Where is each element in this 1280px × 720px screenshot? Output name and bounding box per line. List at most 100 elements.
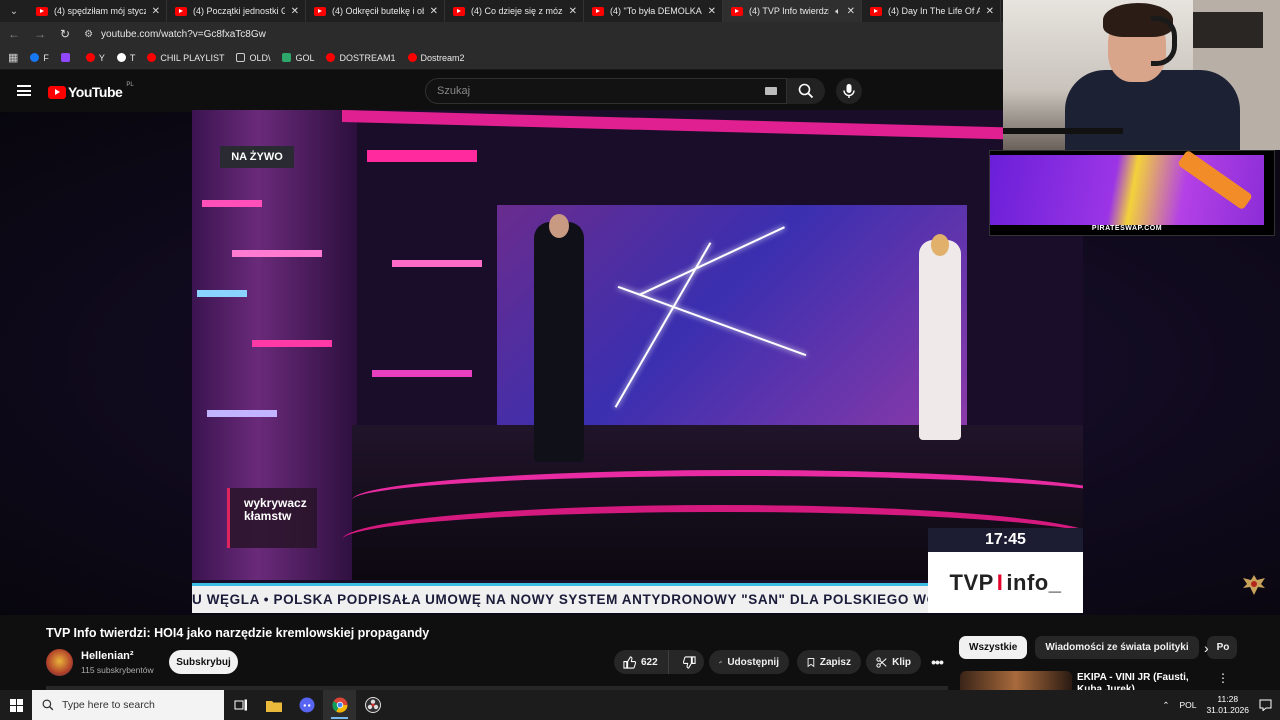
- clock-date: 31.01.2026: [1206, 705, 1249, 715]
- share-button[interactable]: Udostępnij: [709, 650, 789, 674]
- recommended-title[interactable]: EKIPA - VINI JR (Fausti, Kuba Jurek): [1077, 672, 1202, 690]
- like-button[interactable]: 622: [614, 650, 669, 674]
- thumbs-up-icon: [623, 655, 636, 669]
- close-tab-icon[interactable]: ✕: [291, 6, 299, 17]
- bookmark-item[interactable]: DOSTREAM1: [326, 53, 396, 63]
- speaker-icon[interactable]: 🔈︎: [835, 6, 840, 17]
- sponsor-banner: PIRATESWAP.COM: [989, 149, 1275, 236]
- browser-tab[interactable]: (4) Odkręcił butelkę i obla ✕: [306, 0, 445, 22]
- browser-tab-strip: ⌄ (4) spędziłam mój styczeń✕(4) Początki…: [0, 0, 1003, 22]
- mic-arm: [1003, 128, 1123, 134]
- bookmark-item[interactable]: T: [116, 53, 135, 63]
- close-tab-icon[interactable]: ✕: [430, 6, 438, 17]
- search-input[interactable]: [426, 79, 746, 103]
- tray-chevron-icon[interactable]: ⌃: [1162, 700, 1169, 711]
- taskbar-search-placeholder: Type here to search: [62, 699, 155, 711]
- bookmark-icon: [807, 657, 815, 667]
- recommended-thumbnail[interactable]: [960, 671, 1072, 690]
- bookmark-item[interactable]: F: [30, 53, 49, 63]
- bookmark-label: GOL: [295, 52, 315, 63]
- taskbar-search[interactable]: Type here to search: [32, 690, 224, 720]
- search-box: [425, 78, 787, 104]
- menu-icon[interactable]: [17, 85, 31, 96]
- bookmark-item[interactable]: CHIL PLAYLIST: [147, 53, 224, 63]
- browser-tab[interactable]: (4) TVP Info twierdzi 🔈︎ ✕: [723, 0, 862, 22]
- voice-search-button[interactable]: [836, 78, 862, 104]
- chrome-icon[interactable]: [323, 690, 356, 720]
- forward-icon[interactable]: →: [34, 27, 46, 41]
- chevron-right-icon[interactable]: ›: [1204, 640, 1209, 656]
- reload-icon[interactable]: ↻: [60, 27, 70, 41]
- subscribe-button[interactable]: Subskrybuj: [169, 650, 238, 674]
- like-count: 622: [641, 656, 658, 668]
- discord-icon[interactable]: [290, 690, 323, 720]
- close-tab-icon[interactable]: ✕: [152, 6, 160, 17]
- site-info-icon[interactable]: ⚙: [84, 29, 93, 40]
- clip-button[interactable]: Klip: [866, 650, 921, 674]
- obs-icon[interactable]: [356, 690, 389, 720]
- taskbar-clock[interactable]: 11:28 31.01.2026: [1206, 694, 1249, 716]
- close-tab-icon[interactable]: ✕: [986, 6, 994, 17]
- video-player[interactable]: NA ŻYWO wykrywacz kłamstw 17:45 TVP I in…: [192, 110, 1083, 613]
- channel-name[interactable]: Hellenian²: [81, 650, 134, 662]
- live-badge: NA ŻYWO: [220, 146, 294, 168]
- youtube-icon: [147, 53, 157, 62]
- bookmark-item[interactable]: GOL: [282, 53, 314, 63]
- close-tab-icon[interactable]: ✕: [847, 6, 855, 17]
- bookmark-label: F: [43, 52, 49, 63]
- youtube-favicon-icon: [592, 6, 604, 16]
- windows-logo-icon: [9, 698, 23, 712]
- thumbs-down-icon: [682, 655, 696, 669]
- bookmark-item[interactable]: [60, 53, 74, 62]
- chip-partial[interactable]: Po: [1206, 636, 1237, 659]
- kebab-menu-icon[interactable]: ⋮: [1217, 671, 1229, 685]
- browser-tab[interactable]: (4) Co dzieje się z mózgie ✕: [445, 0, 584, 22]
- x-icon: [116, 53, 126, 62]
- tab-title: (4) Co dzieje się z mózgie: [471, 6, 563, 16]
- dislike-button[interactable]: [674, 650, 704, 674]
- bookmark-item[interactable]: Dostream2: [407, 53, 465, 63]
- tab-title: (4) TVP Info twierdzi: [749, 6, 830, 16]
- close-tab-icon[interactable]: ✕: [708, 6, 716, 17]
- youtube-favicon-icon: [36, 6, 48, 16]
- back-icon[interactable]: ←: [8, 27, 20, 41]
- bookmark-item[interactable]: Y: [85, 53, 105, 63]
- notification-icon[interactable]: [1259, 699, 1272, 711]
- browser-tab[interactable]: (4) "To była DEMOLKA" M ✕: [584, 0, 723, 22]
- language-indicator[interactable]: POL: [1179, 700, 1196, 710]
- browser-tab[interactable]: (4) spędziłam mój styczeń ✕: [28, 0, 167, 22]
- logo-separator: I: [996, 569, 1004, 595]
- bookmark-item[interactable]: OLD\: [236, 53, 270, 63]
- streamer-body: [1065, 70, 1240, 150]
- more-dots-icon: •••: [931, 654, 944, 670]
- search-button[interactable]: [787, 78, 825, 104]
- chip-world-politics[interactable]: Wiadomości ze świata polityki: [1035, 636, 1199, 659]
- task-view-icon[interactable]: [224, 690, 257, 720]
- clock-time: 11:28: [1217, 694, 1239, 704]
- logo-part-a: TVP: [949, 569, 994, 595]
- room-shelf: [1193, 12, 1263, 48]
- apps-grid-icon[interactable]: ▦: [8, 51, 18, 64]
- youtube-logo[interactable]: YouTube PL: [48, 82, 134, 100]
- browser-tab[interactable]: (4) Początki jednostki GRU ✕: [167, 0, 306, 22]
- system-tray: ⌃ POL 11:28 31.01.2026: [1162, 690, 1280, 720]
- save-button[interactable]: Zapisz: [797, 650, 861, 674]
- youtube-icon: [326, 53, 336, 62]
- close-tab-icon[interactable]: ✕: [569, 6, 577, 17]
- keyboard-icon[interactable]: [765, 87, 777, 95]
- more-actions-button[interactable]: •••: [925, 650, 949, 674]
- chip-all[interactable]: Wszystkie: [959, 636, 1028, 659]
- region-code: PL: [126, 82, 134, 88]
- channel-avatar[interactable]: [46, 649, 73, 676]
- studio-light-bar: [342, 110, 1083, 142]
- windows-start-icon[interactable]: [0, 690, 32, 720]
- video-title: TVP Info twierdzi: HOI4 jako narzędzie k…: [46, 626, 430, 640]
- browser-tab[interactable]: (4) Day In The Life Of A M ✕: [862, 0, 1001, 22]
- tab-title: (4) Day In The Life Of A M: [888, 6, 980, 16]
- logo-part-b: info_: [1006, 569, 1062, 595]
- file-explorer-icon[interactable]: [257, 690, 290, 720]
- task-view-glyph-icon: [234, 699, 247, 711]
- tab-search-icon[interactable]: ⌄: [0, 0, 28, 22]
- save-label: Zapisz: [819, 656, 851, 668]
- url-field[interactable]: ⚙ youtube.com/watch?v=Gc8fxaTc8Gw: [84, 29, 266, 40]
